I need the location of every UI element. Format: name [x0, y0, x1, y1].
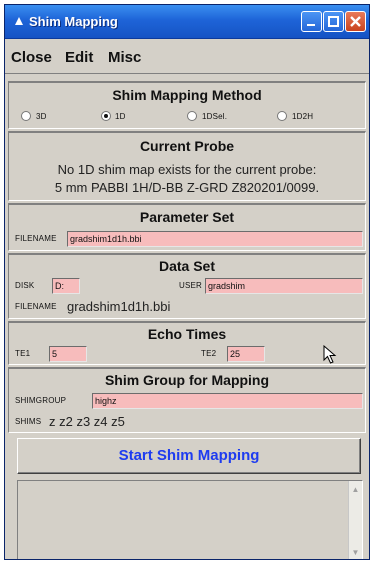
shim-group-title: Shim Group for Mapping	[104, 372, 270, 388]
minimize-icon	[307, 24, 315, 26]
data-set-title: Data Set	[158, 258, 216, 274]
dataset-filename-label: FILENAME	[15, 302, 57, 311]
dataset-filename-value: gradshim1d1h.bbi	[67, 299, 171, 314]
user-input[interactable]	[205, 278, 363, 294]
parameter-set-title: Parameter Set	[139, 209, 235, 225]
probe-section: Current Probe No 1D shim map exists for …	[8, 131, 366, 201]
window-title: Shim Mapping	[29, 14, 118, 29]
close-icon	[350, 16, 361, 27]
menu-misc[interactable]: Misc	[108, 49, 141, 66]
title-bar[interactable]: Shim Mapping	[5, 5, 369, 39]
shim-mapping-window: Shim Mapping Close Edit Misc Shim Mappin…	[4, 4, 370, 560]
probe-message-line1: No 1D shim map exists for the current pr…	[57, 162, 317, 177]
output-log-area[interactable]: ▲ ▼	[17, 480, 363, 559]
radio-3d-label: 3D	[36, 112, 47, 121]
radio-1d-label: 1D	[115, 112, 126, 121]
maximize-icon	[328, 16, 339, 27]
te1-input[interactable]	[49, 346, 87, 362]
radio-1d2h-label: 1D2H	[292, 112, 314, 121]
data-set-section: Data Set DISK USER FILENAME gradshim1d1h…	[8, 253, 366, 319]
scroll-up-icon[interactable]: ▲	[351, 485, 360, 494]
maximize-button[interactable]	[323, 11, 344, 32]
param-filename-input[interactable]	[67, 231, 363, 247]
probe-message-line2: 5 mm PABBI 1H/D-BB Z-GRD Z820201/0099.	[54, 180, 320, 195]
disk-input[interactable]	[52, 278, 80, 294]
te1-label: TE1	[15, 349, 31, 358]
menu-bar: Close Edit Misc	[5, 40, 369, 74]
shims-value: z z2 z3 z4 z5	[49, 414, 125, 429]
radio-1d2h[interactable]	[277, 111, 287, 121]
shimgroup-input[interactable]	[92, 393, 363, 409]
te2-label: TE2	[201, 349, 217, 358]
radio-1dsel[interactable]	[187, 111, 197, 121]
app-icon	[15, 17, 23, 25]
user-label: USER	[179, 281, 203, 290]
radio-1dsel-label: 1DSel.	[202, 112, 228, 121]
echo-times-section: Echo Times TE1 TE2	[8, 321, 366, 365]
shim-group-section: Shim Group for Mapping SHIMGROUP SHIMS z…	[8, 367, 366, 433]
parameter-set-section: Parameter Set FILENAME	[8, 203, 366, 251]
mouse-cursor-icon	[323, 345, 337, 364]
probe-title: Current Probe	[139, 138, 235, 154]
shimgroup-label: SHIMGROUP	[15, 396, 67, 405]
param-filename-label: FILENAME	[15, 234, 57, 243]
vertical-scrollbar[interactable]: ▲ ▼	[348, 481, 362, 559]
radio-1d[interactable]	[101, 111, 111, 121]
disk-label: DISK	[15, 281, 35, 290]
te2-input[interactable]	[227, 346, 265, 362]
start-shim-mapping-button[interactable]: Start Shim Mapping	[17, 438, 361, 474]
close-window-button[interactable]	[345, 11, 366, 32]
echo-times-title: Echo Times	[147, 326, 227, 342]
method-section: Shim Mapping Method 3D 1D 1DSel. 1D2H	[8, 81, 366, 129]
menu-edit[interactable]: Edit	[65, 49, 93, 66]
radio-3d[interactable]	[21, 111, 31, 121]
minimize-button[interactable]	[301, 11, 322, 32]
scroll-down-icon[interactable]: ▼	[351, 548, 360, 557]
menu-close[interactable]: Close	[11, 49, 52, 66]
method-title: Shim Mapping Method	[112, 87, 262, 103]
shims-label: SHIMS	[15, 417, 42, 426]
